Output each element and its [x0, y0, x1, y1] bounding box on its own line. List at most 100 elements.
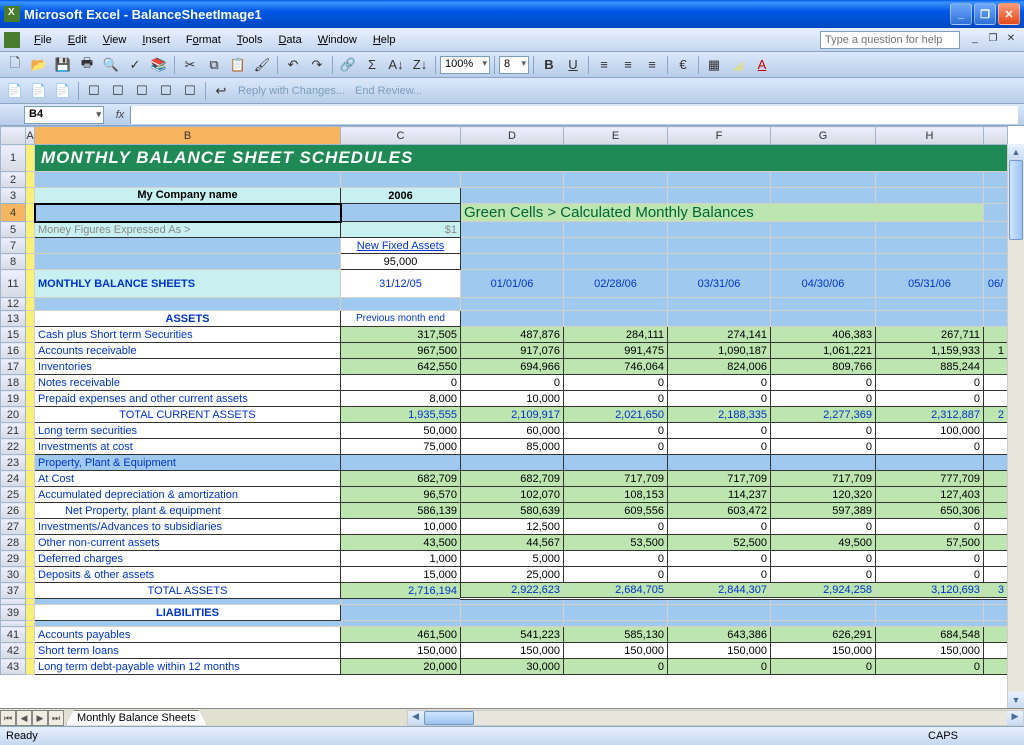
cell[interactable]: 0	[876, 567, 984, 583]
cell[interactable]: 53,500	[564, 535, 668, 551]
cell[interactable]: 885,244	[876, 359, 984, 375]
cell[interactable]: 2,924,258	[771, 583, 876, 599]
open-icon[interactable]: 📂	[28, 54, 50, 76]
menu-insert[interactable]: Insert	[134, 31, 178, 49]
cell[interactable]: 85,000	[461, 439, 564, 455]
cell[interactable]: 1,061,221	[771, 343, 876, 359]
cell[interactable]: 102,070	[461, 487, 564, 503]
formula-input[interactable]	[130, 106, 1018, 124]
cell[interactable]: 597,389	[771, 503, 876, 519]
cell[interactable]: 120,320	[771, 487, 876, 503]
cell[interactable]: 43,500	[341, 535, 461, 551]
currency-euro-icon[interactable]: €	[672, 54, 694, 76]
cell[interactable]: 5,000	[461, 551, 564, 567]
cell[interactable]	[984, 535, 1008, 551]
underline-button[interactable]: U	[562, 54, 584, 76]
cell[interactable]	[984, 627, 1008, 643]
cell[interactable]: 2,188,335	[668, 407, 771, 423]
cell[interactable]: 20,000	[341, 659, 461, 675]
hyperlink-icon[interactable]: 🔗	[337, 54, 359, 76]
cell[interactable]: 0	[876, 659, 984, 675]
cell[interactable]: 626,291	[771, 627, 876, 643]
spreadsheet-grid[interactable]: A B C D E F G H 1 MONTHLY BALANCE SHEET …	[0, 126, 1024, 708]
undo-icon[interactable]: ↶	[282, 54, 304, 76]
new-fixed-assets-value[interactable]: 95,000	[341, 254, 461, 270]
cell[interactable]: 2,922,623	[461, 583, 564, 599]
cell[interactable]: 2,716,194	[341, 583, 461, 599]
cell[interactable]: 3,120,693	[876, 583, 984, 599]
cell[interactable]	[984, 519, 1008, 535]
cell[interactable]: 0	[668, 375, 771, 391]
cell[interactable]	[984, 551, 1008, 567]
cell[interactable]: 0	[668, 551, 771, 567]
cell[interactable]: 461,500	[341, 627, 461, 643]
cell[interactable]: 2,021,650	[564, 407, 668, 423]
close-button[interactable]: ✕	[998, 3, 1020, 25]
cell[interactable]: 0	[564, 659, 668, 675]
review-icon-6[interactable]: ☐	[131, 80, 153, 102]
help-search-input[interactable]	[820, 31, 960, 49]
cell[interactable]	[984, 327, 1008, 343]
cell[interactable]: 96,570	[341, 487, 461, 503]
align-left-icon[interactable]: ≡	[593, 54, 615, 76]
cell[interactable]: 682,709	[461, 471, 564, 487]
app-menu-icon[interactable]	[4, 32, 20, 48]
review-icon-4[interactable]: ☐	[83, 80, 105, 102]
research-icon[interactable]: 📚	[148, 54, 170, 76]
cell[interactable]: 2,684,705	[564, 583, 668, 599]
cell[interactable]: 406,383	[771, 327, 876, 343]
autosum-icon[interactable]: Σ	[361, 54, 383, 76]
cell[interactable]: 284,111	[564, 327, 668, 343]
menu-data[interactable]: Data	[270, 31, 309, 49]
cell[interactable]	[668, 455, 771, 471]
font-color-icon[interactable]: A	[751, 54, 773, 76]
sheet-tab-1[interactable]: Monthly Balance Sheets	[66, 710, 207, 725]
cell[interactable]: 603,472	[668, 503, 771, 519]
cell[interactable]	[984, 503, 1008, 519]
cell[interactable]: 0	[341, 375, 461, 391]
cell[interactable]: 809,766	[771, 359, 876, 375]
tab-next-icon[interactable]: ▶	[32, 710, 48, 726]
cell[interactable]	[984, 359, 1008, 375]
reply-changes-button[interactable]: Reply with Changes...	[234, 85, 349, 97]
new-icon[interactable]: 🗋	[4, 54, 26, 76]
cell[interactable]	[984, 659, 1008, 675]
cell[interactable]: 0	[771, 375, 876, 391]
cell[interactable]: 150,000	[341, 643, 461, 659]
tab-last-icon[interactable]: ⏭	[48, 710, 64, 726]
cell[interactable]: 25,000	[461, 567, 564, 583]
cut-icon[interactable]: ✂	[179, 54, 201, 76]
cell[interactable]	[984, 423, 1008, 439]
zoom-combo[interactable]: 100%	[440, 56, 490, 74]
cell[interactable]: 150,000	[564, 643, 668, 659]
sort-desc-icon[interactable]: Z↓	[409, 54, 431, 76]
cell[interactable]: 991,475	[564, 343, 668, 359]
cell[interactable]: 0	[876, 439, 984, 455]
cell[interactable]: 717,709	[668, 471, 771, 487]
review-icon-7[interactable]: ☐	[155, 80, 177, 102]
fontsize-combo[interactable]: 8	[499, 56, 529, 74]
cell[interactable]: 10,000	[341, 519, 461, 535]
paste-icon[interactable]: 📋	[227, 54, 249, 76]
year[interactable]: 2006	[341, 188, 461, 204]
cell[interactable]: 1,935,555	[341, 407, 461, 423]
cell[interactable]: 0	[771, 659, 876, 675]
cell[interactable]: 150,000	[876, 643, 984, 659]
cell[interactable]: 0	[564, 375, 668, 391]
cell[interactable]: 0	[564, 519, 668, 535]
cell[interactable]: 717,709	[564, 471, 668, 487]
cell[interactable]: 0	[564, 567, 668, 583]
cell[interactable]: 694,966	[461, 359, 564, 375]
cell[interactable]: 75,000	[341, 439, 461, 455]
horizontal-scrollbar[interactable]: ◀ ▶	[407, 710, 1024, 726]
align-right-icon[interactable]: ≡	[641, 54, 663, 76]
menu-help[interactable]: Help	[365, 31, 404, 49]
cell[interactable]: 0	[876, 551, 984, 567]
cell[interactable]: 0	[668, 423, 771, 439]
company-name[interactable]: My Company name	[35, 188, 341, 204]
cell[interactable]: 967,500	[341, 343, 461, 359]
cell[interactable]: 2,277,369	[771, 407, 876, 423]
cell[interactable]: 57,500	[876, 535, 984, 551]
cell[interactable]: 609,556	[564, 503, 668, 519]
cell[interactable]: 8,000	[341, 391, 461, 407]
